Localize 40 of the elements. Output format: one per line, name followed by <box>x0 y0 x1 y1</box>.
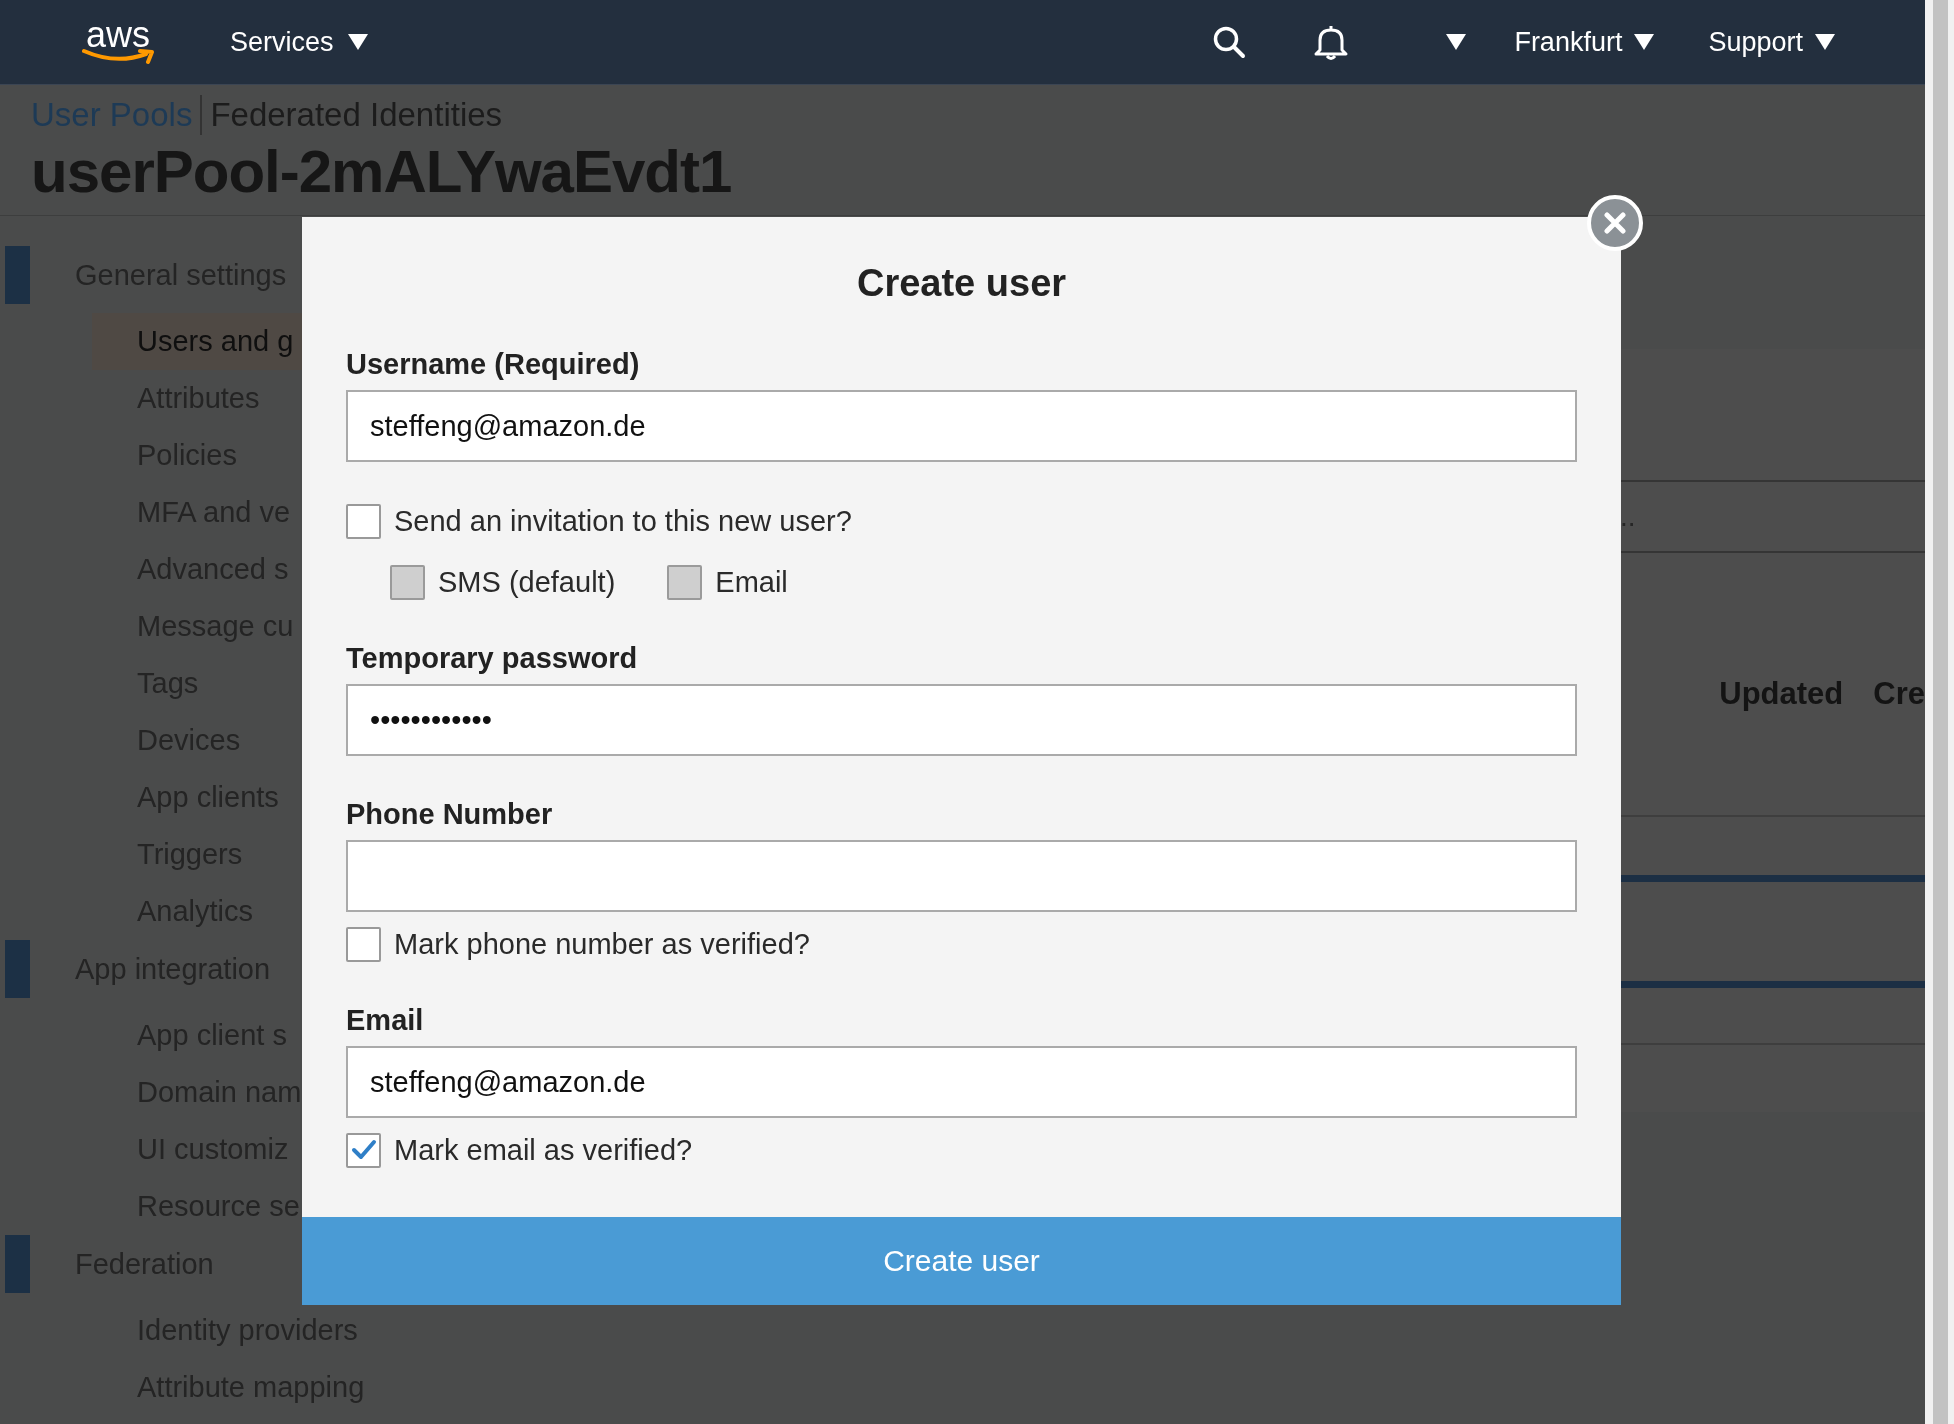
caret-icon <box>1446 34 1467 50</box>
checkbox[interactable] <box>346 503 381 539</box>
search-button[interactable] <box>1212 25 1247 59</box>
search-icon <box>1212 25 1247 59</box>
close-icon <box>1604 212 1626 234</box>
checkbox-label[interactable]: Send an invitation to this new user? <box>394 504 852 538</box>
checkbox-label[interactable]: Mark phone number as verified? <box>394 927 810 961</box>
input-field[interactable]: steffeng@amazon.de <box>346 390 1577 462</box>
input-field[interactable] <box>346 840 1577 912</box>
field-label: Email <box>346 1003 425 1038</box>
dropdown-toggle[interactable] <box>1446 34 1467 50</box>
input-field[interactable]: steffeng@amazon.de <box>346 1046 1577 1118</box>
field-label: Phone Number <box>346 797 554 832</box>
caret-icon <box>347 34 368 50</box>
caret-icon <box>1815 34 1835 50</box>
sidebar-item[interactable]: Users and g <box>92 313 302 370</box>
caret-icon <box>1634 34 1655 50</box>
smile-arrow-icon <box>82 48 154 64</box>
scrollbar-thumb[interactable] <box>1933 0 1948 1424</box>
section-marker <box>5 1235 30 1293</box>
check-icon <box>350 1139 377 1161</box>
dialog-title: Create user <box>855 261 1068 306</box>
create-user-button[interactable]: Create user <box>302 1217 1621 1305</box>
checkbox[interactable] <box>346 1132 381 1168</box>
input-field[interactable]: •••••••••••• <box>346 684 1577 756</box>
field-label: Username (Required) <box>346 347 641 382</box>
text-fragment: .. <box>1620 500 1636 533</box>
nav-menu[interactable]: Frankfurt <box>1514 26 1655 58</box>
nav-menu[interactable]: Support <box>1708 26 1835 58</box>
column-header: Cre <box>1873 676 1925 712</box>
column-header: Updated <box>1719 676 1844 712</box>
logo-text[interactable]: aws <box>86 20 150 50</box>
section-marker <box>5 940 30 998</box>
checkbox[interactable] <box>346 926 381 962</box>
close-button[interactable] <box>1587 195 1643 251</box>
field-label: Temporary password <box>346 641 639 676</box>
checkbox-label[interactable]: Mark email as verified? <box>394 1133 693 1167</box>
section-marker <box>5 246 30 304</box>
nav-menu[interactable]: Services <box>230 26 368 58</box>
scrollbar[interactable] <box>1925 0 1954 1424</box>
